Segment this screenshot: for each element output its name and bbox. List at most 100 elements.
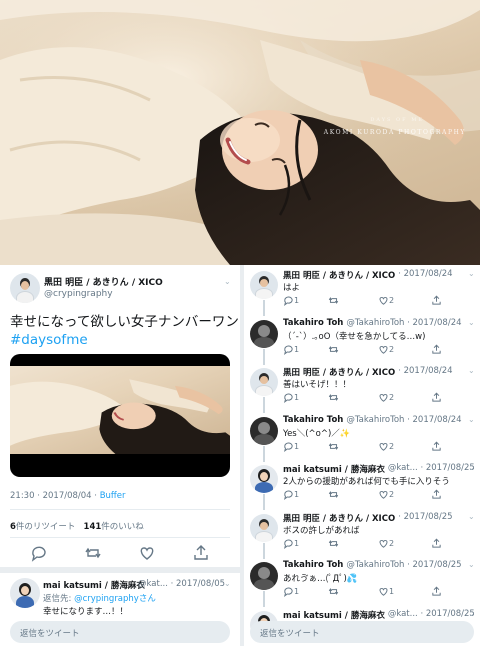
retweet-button[interactable] xyxy=(328,344,339,355)
avatar[interactable] xyxy=(10,578,40,608)
reply-to-user[interactable]: @crypingraphyさん xyxy=(74,594,156,604)
thread-connector xyxy=(263,300,265,316)
reply-icon[interactable] xyxy=(30,544,48,562)
thread-author-handle[interactable]: · 2017/08/24 xyxy=(398,366,452,376)
reply-button[interactable]: 1 xyxy=(283,441,299,452)
like-icon xyxy=(379,587,388,596)
thread-tweet[interactable]: Takahiro Toh @TakahiroToh · 2017/08/25 ⌄ あれ… xyxy=(244,558,480,607)
thread-author-name[interactable]: 黒田 明臣 / あきりん / XICO xyxy=(283,512,395,524)
avatar[interactable] xyxy=(250,513,278,542)
likes-label[interactable]: 件のいいね xyxy=(101,522,144,532)
reply-author-handle[interactable]: @kat... · 2017/08/05 xyxy=(138,579,225,589)
thread-author-handle[interactable]: @TakahiroToh · 2017/08/25 xyxy=(346,560,461,570)
thread-author-name[interactable]: Takahiro Toh xyxy=(283,560,343,570)
chevron-down-icon[interactable]: ⌄ xyxy=(224,579,231,588)
reply-button[interactable]: 1 xyxy=(283,586,299,597)
retweet-button[interactable] xyxy=(328,392,339,403)
thread-author-name[interactable]: Takahiro Toh xyxy=(283,318,343,328)
author-name[interactable]: 黒田 明臣 / あきりん / XICO xyxy=(44,275,163,288)
likes-count[interactable]: 141 xyxy=(84,522,102,532)
chevron-down-icon[interactable]: ⌄ xyxy=(468,269,475,278)
author-handle[interactable]: @crypingraphy xyxy=(44,289,113,299)
reply-button[interactable]: 1 xyxy=(283,344,299,355)
like-button[interactable]: 2 xyxy=(378,344,394,355)
chevron-down-icon[interactable]: ⌄ xyxy=(468,463,475,472)
avatar[interactable] xyxy=(250,271,278,299)
share-button[interactable] xyxy=(431,538,442,549)
share-button[interactable] xyxy=(431,392,442,403)
reply-button[interactable]: 1 xyxy=(283,392,299,403)
reply-to-prefix: 返信先: xyxy=(43,594,75,604)
like-icon[interactable] xyxy=(138,544,156,562)
share-button[interactable] xyxy=(431,295,442,306)
chevron-down-icon[interactable]: ⌄ xyxy=(468,415,475,424)
thread-author-name[interactable]: 黒田 明臣 / あきりん / XICO xyxy=(283,366,395,378)
thread-author-handle[interactable]: @TakahiroToh · 2017/08/24 xyxy=(346,318,461,328)
like-button[interactable]: 2 xyxy=(378,441,394,452)
chevron-down-icon[interactable]: ⌄ xyxy=(468,609,475,618)
thread-author-handle[interactable]: @TakahiroToh · 2017/08/24 xyxy=(346,415,461,425)
like-button[interactable]: 2 xyxy=(378,538,394,549)
like-button[interactable]: 2 xyxy=(378,392,394,403)
like-button[interactable]: 1 xyxy=(378,586,394,597)
retweet-button[interactable] xyxy=(328,489,339,500)
like-count: 2 xyxy=(389,344,395,354)
chevron-down-icon[interactable]: ⌄ xyxy=(468,560,475,569)
reply-count: 1 xyxy=(294,344,300,354)
thread-author-name[interactable]: mai katsumi / 勝海麻衣 xyxy=(283,609,385,621)
thread-tweet[interactable]: 黒田 明臣 / あきりん / XICO · 2017/08/24 ⌄ 善はいそげ！！！… xyxy=(244,364,480,413)
via-link[interactable]: Buffer xyxy=(100,491,126,501)
like-button[interactable]: 2 xyxy=(378,489,394,500)
retweet-button[interactable] xyxy=(328,538,339,549)
retweet-icon[interactable] xyxy=(84,544,102,562)
share-button[interactable] xyxy=(431,441,442,452)
retweet-button[interactable] xyxy=(328,295,339,306)
chevron-down-icon[interactable]: ⌄ xyxy=(468,512,475,521)
avatar[interactable] xyxy=(250,368,278,396)
share-button[interactable] xyxy=(431,586,442,597)
reply-button[interactable]: 1 xyxy=(283,295,299,306)
thread-actions: 12 xyxy=(283,344,443,356)
retweet-button[interactable] xyxy=(328,441,339,452)
reply-button[interactable]: 1 xyxy=(283,538,299,549)
thread-tweet[interactable]: mai katsumi / 勝海麻衣 @kat... · 2017/08/25 ⌄ 2… xyxy=(244,461,480,510)
thread-author-name[interactable]: mai katsumi / 勝海麻衣 xyxy=(283,463,385,475)
thread-author-handle[interactable]: · 2017/08/24 xyxy=(398,269,452,279)
share-icon[interactable] xyxy=(192,544,210,562)
chevron-down-icon[interactable]: ⌄ xyxy=(468,366,475,375)
thread-tweet[interactable]: Takahiro Toh @TakahiroToh · 2017/08/24 ⌄ Ye… xyxy=(244,413,480,462)
retweet-button[interactable] xyxy=(328,586,339,597)
thread-tweet[interactable]: Takahiro Toh @TakahiroToh · 2017/08/24 ⌄ （´… xyxy=(244,316,480,365)
reply-button[interactable]: 1 xyxy=(283,489,299,500)
share-button[interactable] xyxy=(431,489,442,500)
tweet-media[interactable] xyxy=(10,354,230,477)
avatar[interactable] xyxy=(250,562,278,590)
reply-compose-input[interactable]: 返信をツイート xyxy=(10,621,230,643)
main-tweet-header: 黒田 明臣 / あきりん / XICO @crypingraphy ⌄ xyxy=(10,270,238,303)
share-button[interactable] xyxy=(431,344,442,355)
reply-count: 1 xyxy=(294,296,300,305)
thread-author-handle[interactable]: · 2017/08/25 xyxy=(398,512,452,522)
reply-author-name[interactable]: mai katsumi / 勝海麻衣 xyxy=(43,579,145,591)
reply-count: 1 xyxy=(294,538,300,548)
thread-author-name[interactable]: Takahiro Toh xyxy=(283,415,343,425)
chevron-down-icon[interactable]: ⌄ xyxy=(468,318,475,327)
avatar[interactable] xyxy=(10,273,40,303)
like-icon xyxy=(379,296,388,305)
retweets-label[interactable]: 件のリツイート xyxy=(16,522,76,532)
share-icon xyxy=(432,344,441,354)
chevron-down-icon[interactable]: ⌄ xyxy=(224,277,231,286)
thread-connector xyxy=(263,494,265,510)
thread-author-handle[interactable]: @kat... · 2017/08/25 xyxy=(388,609,475,619)
like-icon xyxy=(379,442,388,451)
like-button[interactable]: 2 xyxy=(378,295,394,306)
hashtag-link[interactable]: #daysofme xyxy=(10,332,88,348)
avatar[interactable] xyxy=(250,465,278,493)
thread-tweet[interactable]: 黒田 明臣 / あきりん / XICO · 2017/08/24 ⌄ はよ 1 2 xyxy=(244,267,480,316)
thread-tweet[interactable]: 黒田 明臣 / あきりん / XICO · 2017/08/25 ⌄ ボスの許しがあれ… xyxy=(244,510,480,559)
thread-author-name[interactable]: 黒田 明臣 / あきりん / XICO xyxy=(283,269,395,281)
avatar[interactable] xyxy=(250,319,278,348)
thread-author-handle[interactable]: @kat... · 2017/08/25 xyxy=(388,463,475,473)
avatar[interactable] xyxy=(250,416,278,445)
reply-compose-input[interactable]: 返信をツイート xyxy=(250,621,474,643)
